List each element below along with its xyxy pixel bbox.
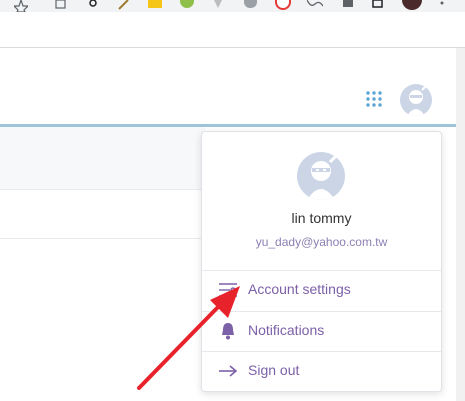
- more-vert-icon[interactable]: [440, 0, 444, 8]
- account-settings-item[interactable]: Account settings: [202, 270, 441, 310]
- yellow-extension-icon[interactable]: [148, 0, 162, 8]
- profile-name: lin tommy: [291, 210, 352, 226]
- sliders-icon: [219, 283, 237, 297]
- puzzle-extension-icon[interactable]: [307, 0, 323, 8]
- ninja-avatar-icon: [307, 154, 338, 200]
- sign-out-label: Sign out: [248, 362, 300, 378]
- profile-email: yu_dady@yahoo.com.tw: [255, 235, 388, 249]
- content-band: [0, 127, 205, 190]
- bell-icon: [222, 323, 234, 340]
- browser-toolbar: [0, 0, 465, 12]
- app-header: [0, 48, 456, 124]
- star-icon[interactable]: [14, 0, 28, 12]
- shield-extension-icon[interactable]: [244, 0, 257, 8]
- header-avatar[interactable]: [400, 84, 432, 116]
- apps-grid-icon[interactable]: [365, 90, 383, 108]
- green-extension-icon[interactable]: [180, 0, 194, 8]
- home-icon[interactable]: [342, 0, 354, 8]
- record-extension-icon[interactable]: [275, 0, 291, 10]
- notifications-label: Notifications: [248, 322, 325, 338]
- content-row: [0, 190, 205, 239]
- extension-icon[interactable]: [55, 0, 67, 10]
- page-scrollbar[interactable]: [456, 48, 465, 401]
- notifications-item[interactable]: Notifications: [202, 311, 441, 351]
- link-extension-icon[interactable]: [88, 0, 98, 10]
- account-dropdown: lin tommy yu_dady@yahoo.com.tw Account s…: [201, 131, 442, 392]
- window-icon[interactable]: [372, 0, 384, 8]
- profile-avatar: [297, 152, 345, 200]
- arrow-right-icon: [219, 365, 238, 377]
- sign-out-item[interactable]: Sign out: [202, 351, 441, 391]
- profile-avatar-icon[interactable]: [402, 0, 422, 10]
- account-settings-label: Account settings: [248, 281, 351, 297]
- ninja-avatar-icon: [407, 85, 427, 116]
- drop-extension-icon[interactable]: [214, 0, 222, 8]
- feather-extension-icon[interactable]: [118, 0, 130, 10]
